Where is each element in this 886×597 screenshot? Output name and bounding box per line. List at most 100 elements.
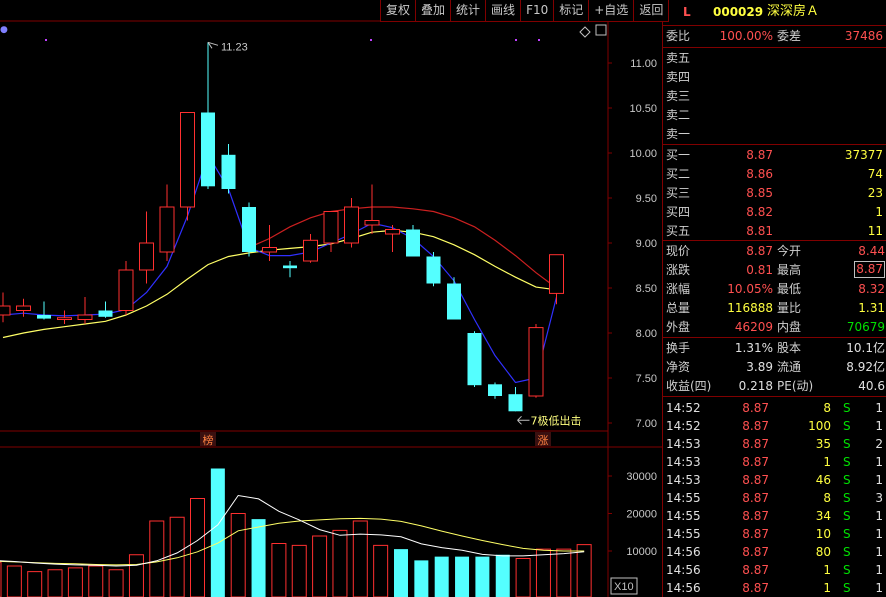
edge-marker-icon: ● (0, 25, 8, 35)
volume-bar (108, 569, 124, 597)
buy-level-row[interactable]: 买二 8.86 74 (663, 165, 886, 184)
quote-value: 70679 (846, 320, 885, 334)
divider (663, 337, 886, 338)
statistics-button[interactable]: 统计 (450, 0, 485, 21)
buy-level-volume: 11 (867, 224, 883, 238)
tick-count: 1 (875, 509, 883, 523)
volume-bar (210, 468, 225, 597)
buy-level-volume: 74 (867, 167, 883, 181)
candle-body (0, 305, 11, 316)
event-marker-dot (515, 39, 517, 41)
tick-time: 14:55 (666, 509, 701, 523)
sell-level-row[interactable]: 卖四 (663, 68, 886, 87)
quote-value: 46209 (734, 320, 773, 334)
high-marker-arrow (207, 41, 219, 49)
high-price-label: 11.23 (221, 41, 248, 53)
tick-price: 8.87 (742, 545, 769, 559)
back-button[interactable]: 返回 (633, 0, 668, 21)
price-tick-label: 9.50 (636, 193, 657, 205)
tick-count: 1 (875, 581, 883, 595)
tick-count: 1 (875, 563, 883, 577)
buy-level-row[interactable]: 买四 8.82 1 (663, 203, 886, 222)
candle-body (242, 207, 256, 252)
buy-level-price: 8.82 (746, 205, 773, 219)
buy-level-price: 8.85 (746, 186, 773, 200)
volume-bar (47, 569, 63, 597)
sell-level-row[interactable]: 卖二 (663, 106, 886, 125)
overlay-button[interactable]: 叠加 (415, 0, 450, 21)
volume-bar (434, 556, 449, 597)
window-toggle-icon[interactable] (595, 24, 607, 36)
volume-bar (88, 565, 104, 597)
candle-body (201, 112, 215, 187)
price-tick-label: 7.50 (636, 373, 657, 385)
price-tick-label: 8.50 (636, 283, 657, 295)
candle-body (118, 269, 134, 311)
quote-row: 总量 116888 量比 1.31 (663, 299, 886, 318)
ma-long-line (2, 229, 557, 339)
tick-row: 14:55 8.87 10 S 1 (663, 525, 886, 543)
quote-label: 今开 (777, 244, 802, 258)
sell-level-row[interactable]: 卖五 (663, 49, 886, 68)
kline-chart[interactable]: 11.0010.5010.009.509.008.508.007.507.00 … (0, 0, 662, 597)
buy-level-label: 买一 (666, 148, 691, 162)
sell-level-row[interactable]: 卖一 (663, 125, 886, 144)
chart-frame (0, 20, 662, 597)
volume-bar (230, 513, 246, 597)
restore-rights-button[interactable]: 复权 (381, 0, 415, 21)
tick-time: 14:53 (666, 437, 701, 451)
fundamental-value: 1.31% (734, 341, 773, 355)
add-watchlist-button[interactable]: +自选 (588, 0, 633, 21)
volume-tick-label: 30000 (626, 471, 657, 483)
weibi-value: 100.00% (719, 29, 773, 43)
volume-bar (0, 561, 2, 597)
candle-body (139, 242, 154, 271)
buy-level-volume: 1 (875, 205, 883, 219)
candle-body (221, 154, 236, 189)
tick-side: S (843, 491, 851, 505)
tick-count: 1 (875, 527, 883, 541)
mark-button[interactable]: 标记 (553, 0, 588, 21)
buy-level-label: 买二 (666, 167, 691, 181)
tick-price: 8.87 (742, 581, 769, 595)
divider (663, 25, 886, 26)
quote-value: 1.31 (858, 301, 885, 315)
candle-body (323, 211, 339, 244)
low-marker-arrow (517, 415, 530, 425)
sell-level-row[interactable]: 卖三 (663, 87, 886, 106)
fundamental-value: 8.92亿 (846, 360, 885, 374)
tick-count: 2 (875, 437, 883, 451)
sell-level-label: 卖二 (666, 108, 691, 122)
f10-button[interactable]: F10 (520, 0, 553, 21)
buy-level-row[interactable]: 买三 8.85 23 (663, 184, 886, 203)
fundamental-label: PE(动) (777, 379, 814, 393)
quote-label: 最高 (777, 263, 802, 277)
tick-volume: 1 (823, 455, 831, 469)
candle-body (528, 327, 544, 397)
buy-level-row[interactable]: 买一 8.87 37377 (663, 146, 886, 165)
sell-level-label: 卖四 (666, 70, 691, 84)
tick-time: 14:56 (666, 581, 701, 595)
candle-body (508, 394, 523, 412)
candle-body (77, 314, 93, 320)
draw-line-button[interactable]: 画线 (485, 0, 520, 21)
fundamental-row: 收益(四) 0.218 PE(动) 40.6 (663, 377, 886, 396)
candle-body (37, 315, 51, 319)
price-tick-label: 11.00 (630, 58, 657, 70)
volume-bar (475, 556, 490, 597)
tick-count: 1 (875, 401, 883, 415)
fundamental-label: 流通 (777, 360, 802, 374)
volume-bar (535, 548, 551, 597)
tick-volume: 10 (815, 527, 831, 541)
diamond-icon[interactable] (579, 26, 591, 38)
candle-body (488, 384, 502, 396)
buy-level-row[interactable]: 买五 8.81 11 (663, 222, 886, 241)
buy-level-price: 8.86 (746, 167, 773, 181)
weibi-label: 委比 (666, 29, 691, 43)
tick-time: 14:55 (666, 527, 701, 541)
tick-time: 14:52 (666, 401, 701, 415)
candle-body (283, 265, 297, 269)
volume-bar (169, 516, 185, 597)
quote-value: 8.87 (746, 244, 773, 258)
candle-body (57, 317, 72, 321)
